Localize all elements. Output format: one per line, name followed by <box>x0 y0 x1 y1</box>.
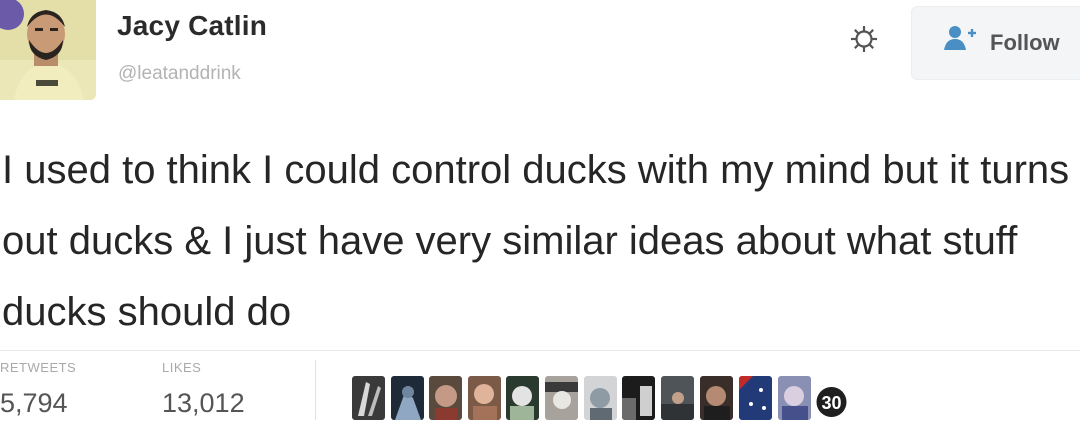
liker-avatar[interactable] <box>506 376 539 420</box>
liker-avatar[interactable] <box>352 376 385 420</box>
liker-avatar[interactable]: 30 <box>815 376 848 420</box>
author-handle[interactable]: @leatanddrink <box>118 63 241 85</box>
liker-avatar[interactable] <box>391 376 424 420</box>
liker-avatar[interactable] <box>661 376 694 420</box>
liker-avatar[interactable] <box>622 376 655 420</box>
author-avatar[interactable] <box>0 0 96 100</box>
likes-count[interactable]: 13,012 <box>162 388 245 419</box>
retweets-label: RETWEETS <box>0 360 77 375</box>
liker-avatar[interactable] <box>468 376 501 420</box>
follow-label: Follow <box>990 30 1060 55</box>
follow-button[interactable]: Follow <box>911 6 1080 80</box>
liker-avatar[interactable] <box>584 376 617 420</box>
liker-avatar[interactable] <box>700 376 733 420</box>
liker-avatar[interactable] <box>778 376 811 420</box>
liker-avatar[interactable] <box>739 376 772 420</box>
person-add-icon <box>942 23 978 53</box>
retweets-count[interactable]: 5,794 <box>0 388 68 419</box>
liker-avatar[interactable] <box>429 376 462 420</box>
liker-badge: 30 <box>821 393 841 413</box>
author-name[interactable]: Jacy Catlin <box>117 10 267 42</box>
likes-label: LIKES <box>162 360 202 375</box>
divider <box>0 350 1080 351</box>
liker-avatar[interactable] <box>545 376 578 420</box>
avatar-image <box>0 0 96 100</box>
gear-icon[interactable] <box>849 24 879 54</box>
tweet-text: I used to think I could control ducks wi… <box>2 148 1070 334</box>
stat-divider <box>315 360 316 420</box>
tweet-card: Jacy Catlin @leatanddrink Follow I used … <box>0 0 1080 424</box>
